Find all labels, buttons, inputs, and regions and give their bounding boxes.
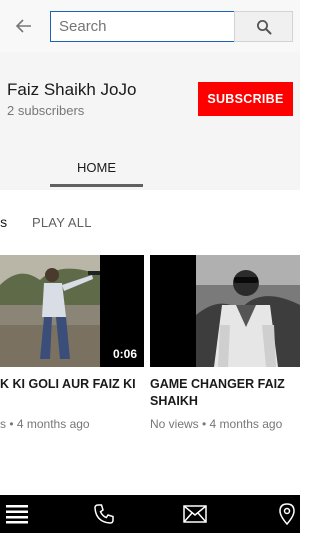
play-all-button[interactable]: PLAY ALL	[32, 215, 92, 230]
thumbnail-image	[150, 255, 300, 367]
search-input[interactable]	[51, 12, 234, 41]
hamburger-icon	[6, 505, 28, 524]
menu-button[interactable]	[0, 495, 34, 533]
video-meta: No views • 4 months ago	[150, 417, 283, 431]
channel-header: Faiz Shaikh JoJo 2 subscribers SUBSCRIBE…	[0, 52, 300, 190]
subscribe-button[interactable]: SUBSCRIBE	[198, 82, 293, 116]
tab-selected-indicator	[50, 184, 143, 187]
video-title[interactable]: GAME CHANGER FAIZ SHAIKH	[150, 376, 300, 410]
back-button[interactable]	[10, 12, 38, 40]
video-title[interactable]: K KI GOLI AUR FAIZ KI	[0, 376, 144, 393]
search-button[interactable]	[234, 11, 293, 42]
video-thumbnail[interactable]	[150, 255, 300, 367]
top-bar	[0, 0, 300, 52]
section-title: ls	[0, 214, 8, 230]
video-duration: 0:06	[109, 346, 140, 362]
channel-name: Faiz Shaikh JoJo	[7, 80, 137, 99]
search-box[interactable]	[50, 11, 235, 42]
video-meta: s • 4 months ago	[0, 417, 90, 431]
location-button[interactable]	[270, 495, 304, 533]
video-thumbnail[interactable]: 0:06	[0, 255, 144, 367]
phone-icon	[94, 504, 114, 524]
envelope-icon	[183, 505, 207, 523]
location-pin-icon	[279, 503, 295, 525]
magnifier-icon	[256, 19, 271, 34]
phone-button[interactable]	[87, 495, 121, 533]
mail-button[interactable]	[178, 495, 212, 533]
arrow-left-icon	[15, 19, 31, 33]
bottom-bar	[0, 495, 300, 533]
subscriber-count: 2 subscribers	[7, 103, 85, 118]
